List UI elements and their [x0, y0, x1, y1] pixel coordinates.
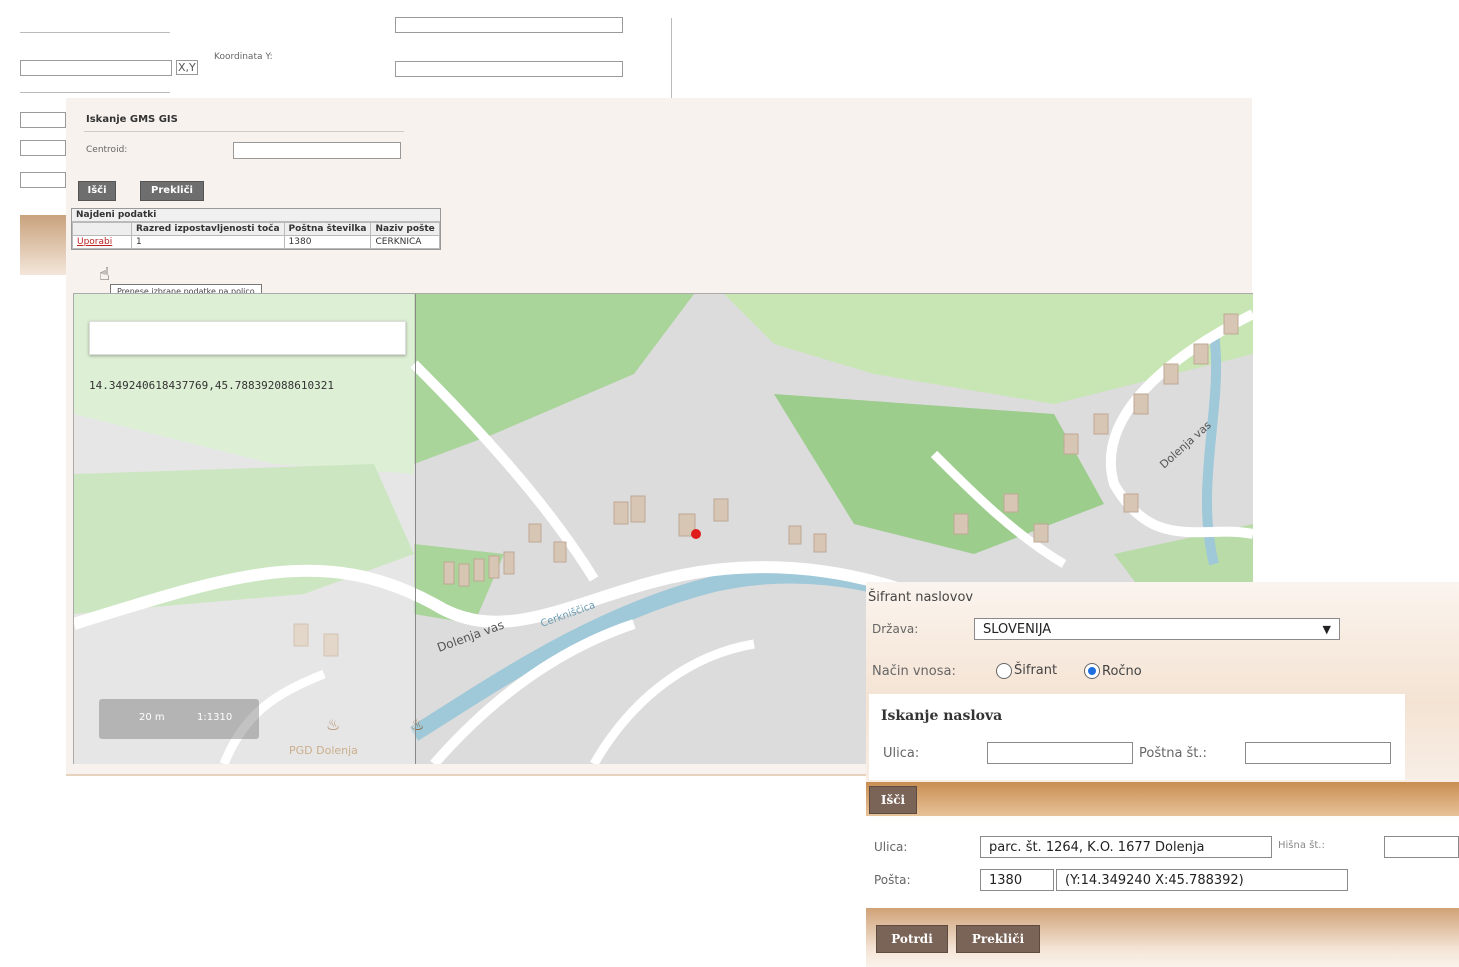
results-title: Najdeni podatki [72, 209, 440, 222]
background-input-3[interactable] [20, 112, 66, 128]
vertical-divider [671, 18, 672, 100]
meadow-area [724, 294, 1253, 404]
road [590, 639, 755, 764]
xy-button[interactable]: X,Y [176, 60, 198, 75]
results-box: Najdeni podatki Razred izpostavljenosti … [71, 208, 441, 250]
forest-area [414, 294, 694, 464]
coordinates-text: 14.349240618437769,45.788392088610321 [89, 379, 335, 392]
search-bar: Išči [866, 782, 1459, 816]
post-label: Pošta: [874, 873, 911, 887]
address-panel-title: Šifrant naslovov [868, 590, 974, 605]
address-panel: Šifrant naslovov Država: SLOVENIJA ▼ Nač… [866, 582, 1459, 967]
mode-radio-sifrant[interactable] [996, 663, 1012, 679]
use-link[interactable]: Uporabi [72, 235, 132, 249]
result-street-input[interactable]: parc. št. 1264, K.O. 1677 Dolenja [980, 836, 1272, 858]
house-number-label: Hišna št.: [1278, 840, 1325, 851]
chevron-down-icon: ▼ [1322, 623, 1331, 636]
centroid-label: Centroid: [86, 145, 128, 155]
map-search-box[interactable] [89, 321, 406, 355]
coordinate-y-input[interactable] [395, 61, 623, 77]
table-row: Uporabi 1 1380 CERKNICA [72, 235, 440, 249]
hand-cursor-icon: ☝ [99, 264, 110, 285]
background-input-4[interactable] [20, 140, 66, 156]
post-coordinates-field: (Y:14.349240 X:45.788392) [1056, 869, 1348, 891]
column-header [72, 222, 132, 236]
mode-option-label: Ročno [1102, 664, 1142, 679]
search-box-title: Iskanje naslova [881, 708, 1003, 724]
scale-bar: 20 m 1:1310 [99, 699, 259, 739]
address-cancel-button[interactable]: Prekliči [956, 925, 1040, 953]
postal-search-input[interactable] [1245, 742, 1391, 764]
results-table: Razred izpostavljenosti toča Poštna štev… [72, 222, 440, 249]
gms-search-button[interactable]: Išči [78, 181, 116, 201]
use-link-label[interactable]: Uporabi [77, 237, 112, 247]
gms-title: Iskanje GMS GIS [86, 114, 178, 125]
coordinate-y-label: Koordinata Y: [214, 52, 273, 62]
confirm-button[interactable]: Potrdi [876, 925, 948, 953]
results-header-row: Razred izpostavljenosti toča Poštna štev… [72, 222, 440, 236]
table-cell: 1 [131, 235, 285, 249]
column-header: Poštna številka [283, 222, 372, 236]
mode-option-label: Šifrant [1014, 663, 1058, 678]
column-header: Naziv pošte [370, 222, 440, 236]
postal-search-label: Poštna št.: [1139, 746, 1207, 761]
background-band [20, 215, 66, 275]
background-input-5[interactable] [20, 172, 66, 188]
divider [20, 92, 170, 93]
country-label: Država: [872, 622, 919, 636]
background-input-2[interactable] [20, 60, 172, 76]
result-street-label: Ulica: [874, 840, 908, 854]
country-select[interactable]: SLOVENIJA ▼ [974, 618, 1340, 640]
map-info-overlay: 14.349240618437769,45.788392088610321 20… [74, 294, 416, 764]
gms-cancel-button[interactable]: Prekliči [140, 181, 204, 201]
action-bar: Potrdi Prekliči [866, 908, 1459, 967]
house-number-input[interactable] [1384, 836, 1459, 858]
title-underline [84, 131, 404, 132]
scale-ratio: 1:1310 [197, 712, 233, 723]
column-header: Razred izpostavljenosti toča [131, 222, 285, 236]
divider [20, 32, 170, 33]
street-search-input[interactable] [987, 742, 1133, 764]
table-cell: 1380 [283, 235, 372, 249]
table-cell: CERKNICA [370, 235, 440, 249]
background-input-1[interactable] [395, 17, 623, 33]
post-code-input[interactable]: 1380 [980, 869, 1054, 891]
address-search-button[interactable]: Išči [869, 786, 917, 814]
mode-radio-rocno[interactable] [1084, 663, 1100, 679]
forest-area [774, 394, 1104, 554]
scale-length: 20 m [139, 712, 165, 723]
centroid-input[interactable] [233, 142, 401, 159]
input-mode-label: Način vnosa: [872, 664, 956, 679]
address-search-box: Iskanje naslova Ulica: Poštna št.: [869, 694, 1405, 780]
street-search-label: Ulica: [883, 746, 920, 761]
country-value: SLOVENIJA [983, 622, 1052, 637]
location-marker[interactable] [691, 529, 701, 539]
